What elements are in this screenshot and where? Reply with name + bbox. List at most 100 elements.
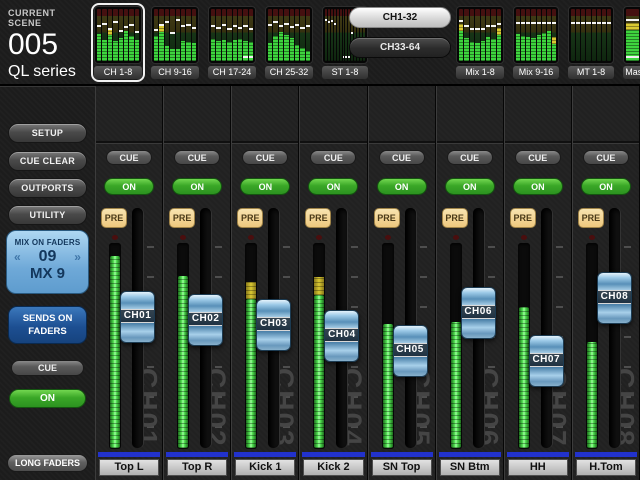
- sends-on-faders-button[interactable]: SENDS ONFADERS: [8, 306, 87, 344]
- fader-cap[interactable]: CH02: [188, 294, 223, 346]
- channel-cue-button[interactable]: CUE: [242, 150, 288, 165]
- meter-fill: [314, 295, 324, 448]
- pre-badge[interactable]: PRE: [510, 208, 536, 228]
- meter-bar: [186, 9, 190, 61]
- strip-encoder-panel[interactable]: [573, 86, 639, 143]
- channel-name-label[interactable]: SN Btm: [440, 459, 500, 476]
- level-meter: [450, 243, 462, 449]
- channel-on-button[interactable]: ON: [104, 178, 154, 195]
- meter-bank-tab[interactable]: Mix 9-16: [510, 3, 562, 82]
- pre-badge[interactable]: PRE: [442, 208, 468, 228]
- fader-scale-tick: [351, 276, 358, 278]
- pre-badge[interactable]: PRE: [305, 208, 331, 228]
- channel-on-button[interactable]: ON: [581, 178, 631, 195]
- channel-cue-button[interactable]: CUE: [379, 150, 425, 165]
- meter-bar: [475, 9, 479, 61]
- fader-cap[interactable]: CH08: [597, 272, 632, 324]
- fader-cap[interactable]: CH07: [529, 335, 564, 387]
- channel-cue-button[interactable]: CUE: [515, 150, 561, 165]
- mix-prev-icon[interactable]: «: [14, 250, 21, 264]
- channel-name-label[interactable]: Kick 1: [235, 459, 295, 476]
- fader-cap-label: CH07: [530, 353, 563, 367]
- fader-cap[interactable]: CH06: [461, 287, 496, 339]
- meter-bar: [227, 9, 231, 61]
- clip-indicator: [589, 235, 595, 240]
- meter-bar: [216, 9, 220, 61]
- channel-name-label[interactable]: H.Tom: [576, 459, 636, 476]
- meter-bank-tab[interactable]: MT 1-8: [565, 3, 617, 82]
- pre-badge[interactable]: PRE: [101, 208, 127, 228]
- channel-name-label[interactable]: Top L: [99, 459, 159, 476]
- clip-indicator: [453, 235, 459, 240]
- meter-bank-bars: [94, 6, 142, 64]
- mix-next-icon[interactable]: »: [74, 250, 81, 264]
- fader-cap[interactable]: CH05: [393, 325, 428, 377]
- sidebar-on-button[interactable]: ON: [9, 389, 86, 408]
- channel-cue-button[interactable]: CUE: [447, 150, 493, 165]
- fader-cap-label: CH01: [121, 309, 154, 323]
- meter-bank-tab[interactable]: Mix 1-8: [453, 3, 507, 82]
- level-meter: [109, 243, 121, 449]
- meter-bar: [108, 9, 112, 61]
- meter-bank-tab[interactable]: CH 9-16: [148, 3, 202, 82]
- pre-badge[interactable]: PRE: [237, 208, 263, 228]
- long-faders-button[interactable]: LONG FADERS: [7, 454, 88, 472]
- channel-cue-button[interactable]: CUE: [174, 150, 220, 165]
- meter-bar: [306, 9, 310, 61]
- meter-bar: [470, 9, 474, 61]
- level-meter: [518, 243, 530, 449]
- fader-cap[interactable]: CH03: [256, 299, 291, 351]
- fader-cap[interactable]: CH01: [120, 291, 155, 343]
- strip-encoder-panel[interactable]: [164, 86, 230, 143]
- channel-cue-button[interactable]: CUE: [106, 150, 152, 165]
- meter-bar: [154, 9, 158, 61]
- pre-badge[interactable]: PRE: [169, 208, 195, 228]
- meter-bank-tab[interactable]: CH 1-8: [91, 3, 145, 82]
- setup-button[interactable]: SETUP: [8, 123, 87, 143]
- strip-encoder-panel[interactable]: [369, 86, 435, 143]
- bank-button-ch1-32[interactable]: CH1-32: [349, 7, 451, 28]
- meter-bank-tab[interactable]: Master: [620, 3, 640, 82]
- cue-clear-button[interactable]: CUE CLEAR: [8, 151, 87, 171]
- strip-encoder-panel[interactable]: [505, 86, 571, 143]
- meter-fill: [383, 324, 393, 448]
- channel-on-button[interactable]: ON: [172, 178, 222, 195]
- channel-on-button[interactable]: ON: [513, 178, 563, 195]
- mix-on-faders-panel[interactable]: MIX ON FADERS « 09 » MX 9: [6, 230, 89, 294]
- strip-encoder-panel[interactable]: [232, 86, 298, 143]
- channel-on-button[interactable]: ON: [240, 178, 290, 195]
- outports-button[interactable]: OUTPORTS: [8, 178, 87, 198]
- meter-bar: [300, 9, 304, 61]
- fader-track[interactable]: [541, 208, 552, 448]
- channel-on-button[interactable]: ON: [308, 178, 358, 195]
- meter-bar: [295, 9, 299, 61]
- strip-encoder-panel[interactable]: [96, 86, 162, 143]
- meter-bank-tab[interactable]: CH 25-32: [262, 3, 316, 82]
- channel-name-label[interactable]: Top R: [167, 459, 227, 476]
- strip-encoder-panel[interactable]: [437, 86, 503, 143]
- fader-track[interactable]: [609, 208, 620, 448]
- meter-bank-tab[interactable]: CH 17-24: [205, 3, 259, 82]
- channel-name-label[interactable]: SN Top: [372, 459, 432, 476]
- channel-cue-button[interactable]: CUE: [583, 150, 629, 165]
- meter-bar: [331, 9, 333, 61]
- current-scene-panel[interactable]: CURRENT SCENE 005 QL series: [6, 6, 90, 82]
- bank-button-ch33-64[interactable]: CH33-64: [349, 37, 451, 58]
- fader-scale-tick: [420, 276, 427, 278]
- strip-encoder-panel[interactable]: [300, 86, 366, 143]
- meter-bar: [170, 9, 174, 61]
- meter-bank-bars: [151, 6, 199, 64]
- pre-badge[interactable]: PRE: [374, 208, 400, 228]
- sidebar-cue-button[interactable]: CUE: [11, 360, 84, 376]
- channel-cue-button[interactable]: CUE: [310, 150, 356, 165]
- console-series-label: QL series: [8, 63, 90, 81]
- pre-badge[interactable]: PRE: [578, 208, 604, 228]
- channel-name-label[interactable]: HH: [508, 459, 568, 476]
- channel-on-button[interactable]: ON: [377, 178, 427, 195]
- fader-cap[interactable]: CH04: [324, 310, 359, 362]
- utility-button[interactable]: UTILITY: [8, 205, 87, 225]
- meter-bank-bars: [456, 6, 504, 64]
- channel-name-label[interactable]: Kick 2: [303, 459, 363, 476]
- channel-on-button[interactable]: ON: [445, 178, 495, 195]
- meter-peak-segment: [246, 282, 256, 299]
